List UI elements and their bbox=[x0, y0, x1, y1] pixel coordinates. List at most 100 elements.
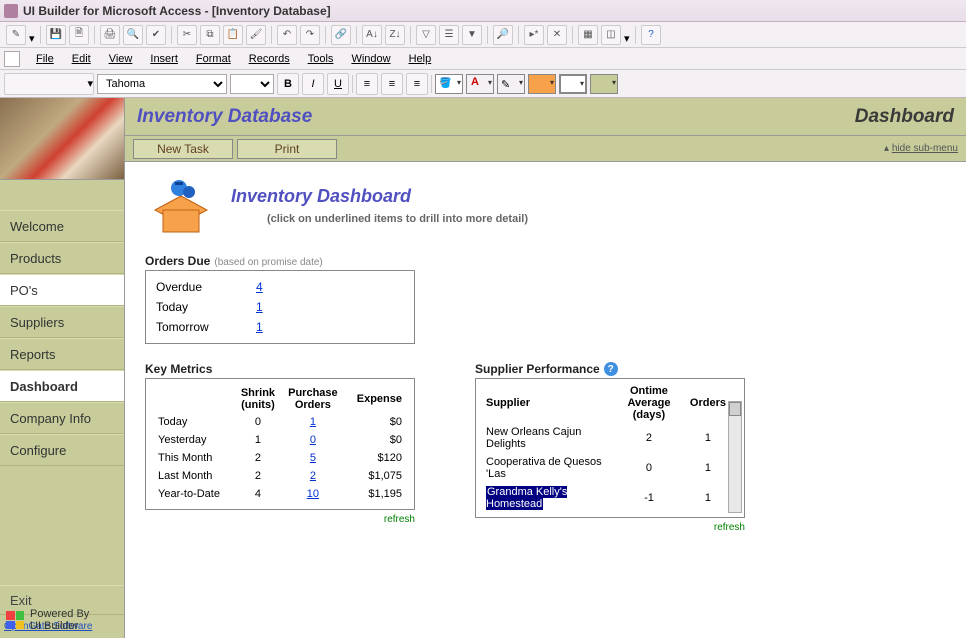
metrics-refresh-link[interactable]: refresh bbox=[145, 514, 415, 525]
nav-products[interactable]: Products bbox=[0, 242, 124, 274]
fill-swatch[interactable] bbox=[528, 74, 556, 94]
preview-button[interactable]: 🔍 bbox=[123, 25, 143, 45]
metrics-po-link[interactable]: 0 bbox=[281, 431, 345, 449]
separator bbox=[352, 75, 353, 93]
perf-refresh-link[interactable]: refresh bbox=[475, 522, 745, 533]
orders-row-overdue: Overdue4 bbox=[156, 277, 404, 297]
align-center-button[interactable]: ≡ bbox=[381, 73, 403, 95]
find-button[interactable]: 🔎 bbox=[493, 25, 513, 45]
print-button[interactable]: Print bbox=[237, 139, 337, 159]
nav-configure[interactable]: Configure bbox=[0, 434, 124, 466]
supplier-perf-label: Supplier Performance ? bbox=[475, 362, 745, 376]
metrics-po-link[interactable]: 5 bbox=[281, 449, 345, 467]
perf-row-selected[interactable]: Grandma Kelly's Homestead-11 bbox=[484, 483, 742, 513]
menu-help[interactable]: Help bbox=[401, 51, 440, 67]
orders-today-link[interactable]: 1 bbox=[256, 300, 263, 314]
special-effect-button[interactable] bbox=[590, 74, 618, 94]
menu-insert[interactable]: Insert bbox=[142, 51, 186, 67]
paste-button[interactable]: 📋 bbox=[223, 25, 243, 45]
line-color-button[interactable]: ✎ bbox=[497, 74, 525, 94]
separator bbox=[635, 26, 636, 44]
orders-overdue-link[interactable]: 4 bbox=[256, 280, 263, 294]
app-icon bbox=[4, 4, 18, 18]
nav-company-info[interactable]: Company Info bbox=[0, 402, 124, 434]
underline-button[interactable]: U bbox=[327, 73, 349, 95]
perf-row[interactable]: Cooperativa de Quesos 'Las01 bbox=[484, 453, 742, 483]
save-button[interactable]: 💾 bbox=[46, 25, 66, 45]
help-button[interactable]: ? bbox=[641, 25, 661, 45]
menu-view[interactable]: View bbox=[101, 51, 141, 67]
format-painter-button[interactable]: 🖌 bbox=[246, 25, 266, 45]
scrollbar[interactable] bbox=[728, 401, 742, 513]
orders-row-tomorrow: Tomorrow1 bbox=[156, 317, 404, 337]
key-metrics-label: Key Metrics bbox=[145, 362, 415, 376]
help-icon[interactable]: ? bbox=[604, 362, 618, 376]
italic-button[interactable]: I bbox=[302, 73, 324, 95]
metrics-po-link[interactable]: 2 bbox=[281, 467, 345, 485]
sort-asc-button[interactable]: A↓ bbox=[362, 25, 382, 45]
scrollbar-thumb[interactable] bbox=[729, 402, 741, 416]
filter-form-button[interactable]: ☰ bbox=[439, 25, 459, 45]
menu-records[interactable]: Records bbox=[241, 51, 298, 67]
toolbar-formatting: ▾ Tahoma 8 B I U ≡ ≡ ≡ 🪣 A ✎ bbox=[0, 70, 966, 98]
separator bbox=[572, 26, 573, 44]
menu-window[interactable]: Window bbox=[343, 51, 398, 67]
metrics-po-link[interactable]: 10 bbox=[281, 485, 345, 503]
undo-button[interactable]: ↶ bbox=[277, 25, 297, 45]
sort-desc-button[interactable]: Z↓ bbox=[385, 25, 405, 45]
font-size-selector[interactable]: 8 bbox=[230, 74, 274, 94]
fill-color-button[interactable]: 🪣 bbox=[435, 74, 463, 94]
orders-due-panel: Overdue4 Today1 Tomorrow1 bbox=[145, 270, 415, 344]
window-title: UI Builder for Microsoft Access - [Inven… bbox=[23, 4, 331, 18]
cut-button[interactable]: ✂ bbox=[177, 25, 197, 45]
separator bbox=[325, 26, 326, 44]
bold-button[interactable]: B bbox=[277, 73, 299, 95]
powered-by-badge: Powered ByUI Builder bbox=[6, 608, 89, 632]
font-selector[interactable]: Tahoma bbox=[97, 74, 227, 94]
menu-edit[interactable]: Edit bbox=[64, 51, 99, 67]
metrics-po-link[interactable]: 1 bbox=[281, 413, 345, 431]
save-as-button[interactable]: 🗎 bbox=[69, 25, 89, 45]
copy-button[interactable]: ⧉ bbox=[200, 25, 220, 45]
orders-row-today: Today1 bbox=[156, 297, 404, 317]
spell-button[interactable]: ✔ bbox=[146, 25, 166, 45]
redo-button[interactable]: ↷ bbox=[300, 25, 320, 45]
delete-record-button[interactable]: ✕ bbox=[547, 25, 567, 45]
object-selector[interactable]: ▾ bbox=[4, 73, 94, 95]
perf-row[interactable]: New Orleans Cajun Delights21 bbox=[484, 423, 742, 453]
metrics-col-expense: Expense bbox=[345, 385, 404, 413]
separator bbox=[356, 26, 357, 44]
dashboard-title: Inventory Dashboard bbox=[231, 174, 528, 207]
align-left-button[interactable]: ≡ bbox=[356, 73, 378, 95]
menu-tools[interactable]: Tools bbox=[300, 51, 342, 67]
hide-submenu-link[interactable]: hide sub-menu bbox=[884, 143, 958, 154]
link-button[interactable]: 🔗 bbox=[331, 25, 351, 45]
metrics-row: Today01$0 bbox=[156, 413, 404, 431]
main-area: Inventory Database Dashboard New Task Pr… bbox=[125, 98, 966, 638]
menu-format[interactable]: Format bbox=[188, 51, 239, 67]
new-object-button[interactable]: ◫ bbox=[601, 25, 621, 45]
nav-pos[interactable]: PO's bbox=[0, 274, 124, 306]
nav-reports[interactable]: Reports bbox=[0, 338, 124, 370]
nav-dashboard[interactable]: Dashboard bbox=[0, 370, 124, 402]
new-record-button[interactable]: ▸* bbox=[524, 25, 544, 45]
toggle-filter-button[interactable]: ▼ bbox=[462, 25, 482, 45]
db-window-button[interactable]: ▦ bbox=[578, 25, 598, 45]
toolbar-standard: ✎▾ 💾 🗎 🖨 🔍 ✔ ✂ ⧉ 📋 🖌 ↶ ↷ 🔗 A↓ Z↓ ▽ ☰ ▼ 🔎… bbox=[0, 22, 966, 48]
new-task-button[interactable]: New Task bbox=[133, 139, 233, 159]
design-button[interactable]: ✎ bbox=[6, 25, 26, 45]
dropdown-icon[interactable]: ▾ bbox=[624, 32, 630, 38]
metrics-col-blank bbox=[156, 385, 235, 413]
filter-selection-button[interactable]: ▽ bbox=[416, 25, 436, 45]
menu-file[interactable]: File bbox=[28, 51, 62, 67]
border-swatch[interactable] bbox=[559, 74, 587, 94]
metrics-row: Year-to-Date410$1,195 bbox=[156, 485, 404, 503]
nav-welcome[interactable]: Welcome bbox=[0, 210, 124, 242]
nav-suppliers[interactable]: Suppliers bbox=[0, 306, 124, 338]
font-color-button[interactable]: A bbox=[466, 74, 494, 94]
print-button[interactable]: 🖨 bbox=[100, 25, 120, 45]
dropdown-icon[interactable]: ▾ bbox=[29, 32, 35, 38]
form-icon[interactable] bbox=[4, 51, 20, 67]
orders-tomorrow-link[interactable]: 1 bbox=[256, 320, 263, 334]
align-right-button[interactable]: ≡ bbox=[406, 73, 428, 95]
